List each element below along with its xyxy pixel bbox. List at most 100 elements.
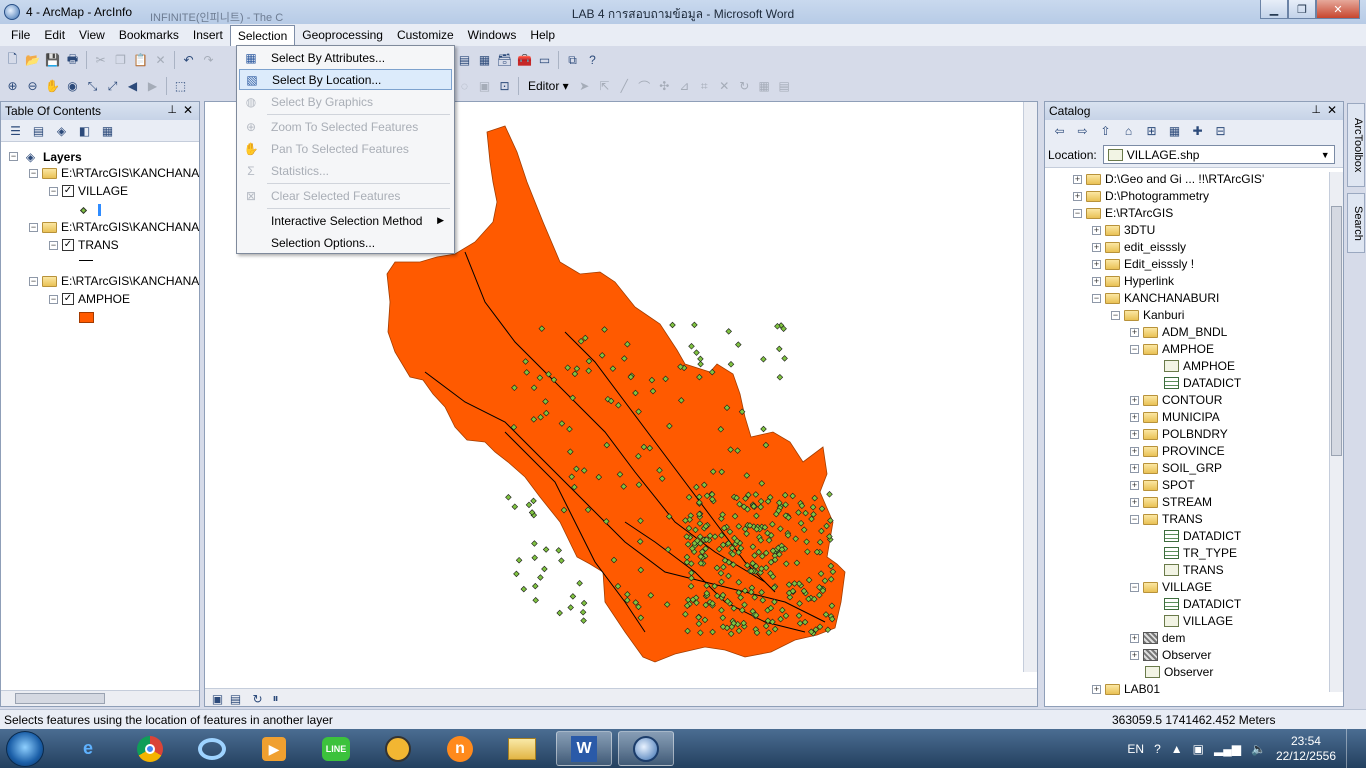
list-by-source-icon[interactable]: ▤ — [30, 122, 47, 139]
expand-icon[interactable]: + — [1130, 633, 1139, 643]
layer-trans[interactable]: − ✓ TRANS — [49, 238, 119, 252]
catalog-node[interactable]: + MUNICIPA — [1130, 410, 1220, 424]
fixed-zoom-out-icon[interactable]: ⤢ — [104, 78, 121, 95]
select-by-location-item[interactable]: ▧ Select By Location... — [239, 69, 452, 90]
straight-segment-icon[interactable]: ╱ — [616, 78, 633, 95]
catalog-node[interactable]: TRANS — [1149, 563, 1224, 577]
undo-icon[interactable]: ↶ — [180, 52, 197, 69]
measure-icon[interactable]: ⊡ — [496, 78, 513, 95]
select-by-graphics-item[interactable]: ◍ Select By Graphics — [239, 91, 452, 112]
catalog-node[interactable]: − TRANS — [1130, 512, 1203, 526]
model-builder-icon[interactable]: ⧉ — [564, 52, 581, 69]
print-icon[interactable]: 🖶 — [64, 52, 81, 69]
visibility-checkbox[interactable]: ✓ — [62, 239, 74, 251]
collapse-icon[interactable]: − — [29, 168, 38, 178]
catalog-node[interactable]: + STREAM — [1130, 495, 1212, 509]
expand-icon[interactable]: + — [1130, 395, 1139, 405]
paste-icon[interactable]: 📋 — [132, 52, 149, 69]
catalog-vertical-scrollbar[interactable] — [1329, 172, 1343, 692]
edit-annotation-icon[interactable]: ⇱ — [596, 78, 613, 95]
clock[interactable]: 23:54 22/12/2556 — [1276, 734, 1336, 764]
expand-icon[interactable]: + — [1092, 225, 1101, 235]
connect-folder-icon[interactable]: ⊞ — [1143, 123, 1160, 140]
delete-icon[interactable]: ✕ — [152, 52, 169, 69]
catalog-icon[interactable]: 🗃 — [496, 52, 513, 69]
expand-icon[interactable]: + — [1092, 259, 1101, 269]
catalog-node[interactable]: + Observer — [1130, 648, 1211, 662]
catalog-node[interactable]: + D:\Photogrammetry — [1073, 189, 1209, 203]
menu-selection[interactable]: Selection — [229, 24, 296, 46]
catalog-node[interactable]: − AMPHOE — [1130, 342, 1214, 356]
collapse-icon[interactable]: − — [49, 294, 58, 304]
browser-app-icon[interactable] — [184, 731, 240, 766]
catalog-node[interactable]: + SPOT — [1130, 478, 1195, 492]
visibility-checkbox[interactable]: ✓ — [62, 185, 74, 197]
catalog-node[interactable]: + Hyperlink — [1092, 274, 1174, 288]
home-icon[interactable]: ⌂ — [1120, 123, 1137, 140]
split-icon[interactable]: ✕ — [716, 78, 733, 95]
layers-root[interactable]: − ◈ Layers — [9, 148, 82, 165]
catalog-node[interactable]: DATADICT — [1149, 376, 1241, 390]
catalog-node[interactable]: TR_TYPE — [1149, 546, 1237, 560]
save-icon[interactable]: 💾 — [44, 52, 61, 69]
arcmap-taskbar-icon[interactable] — [618, 731, 674, 766]
restore-button[interactable]: ❐ — [1288, 0, 1316, 19]
collapse-icon[interactable]: − — [1073, 208, 1082, 218]
chevron-down-icon[interactable]: ▼ — [1321, 150, 1330, 160]
views-icon[interactable]: ▦ — [1166, 123, 1183, 140]
open-icon[interactable]: 📂 — [24, 52, 41, 69]
rotate-icon[interactable]: ↻ — [736, 78, 753, 95]
attributes-icon[interactable]: ▦ — [756, 78, 773, 95]
catalog-node[interactable]: + dem — [1130, 631, 1185, 645]
map-vertical-scrollbar[interactable] — [1023, 102, 1037, 672]
pause-drawing-icon[interactable]: ⏸ — [267, 690, 284, 707]
whats-this-icon[interactable]: ? — [584, 52, 601, 69]
fixed-zoom-in-icon[interactable]: ⤡ — [84, 78, 101, 95]
new-document-icon[interactable]: 🗋 — [4, 52, 21, 69]
redo-icon[interactable]: ↷ — [200, 52, 217, 69]
show-hidden-icons[interactable]: ▲ — [1171, 742, 1183, 756]
select-features-icon[interactable]: ⬚ — [172, 78, 189, 95]
menu-insert[interactable]: Insert — [186, 25, 230, 45]
close-button[interactable]: ✕ — [1316, 0, 1360, 19]
tree-toggle-icon[interactable]: ⊟ — [1212, 123, 1229, 140]
table-window-icon[interactable]: ▦ — [476, 52, 493, 69]
orange-app-icon[interactable]: n — [432, 731, 488, 766]
clear-selected-item[interactable]: ⊠ Clear Selected Features — [239, 185, 452, 206]
catalog-node[interactable]: + POLBNDRY — [1130, 427, 1228, 441]
back-icon[interactable]: ⇦ — [1051, 123, 1068, 140]
word-taskbar-icon[interactable]: W — [556, 731, 612, 766]
new-folder-icon[interactable]: ✚ — [1189, 123, 1206, 140]
file-explorer-icon[interactable] — [494, 731, 550, 766]
menu-edit[interactable]: Edit — [37, 25, 72, 45]
network-signal-icon[interactable]: ▂▄▆ — [1214, 742, 1241, 756]
collapse-icon[interactable]: − — [1130, 344, 1139, 354]
chrome-icon[interactable] — [122, 731, 178, 766]
collapse-icon[interactable]: − — [49, 186, 58, 196]
catalog-node[interactable]: + CONTOUR — [1130, 393, 1222, 407]
catalog-node[interactable]: + Edit_eisssly ! — [1092, 257, 1194, 271]
expand-icon[interactable]: + — [1130, 429, 1139, 439]
back-extent-icon[interactable]: ◀ — [124, 78, 141, 95]
start-button[interactable] — [6, 731, 44, 767]
list-by-visibility-icon[interactable]: ◈ — [53, 122, 70, 139]
cut-icon[interactable]: ✂ — [92, 52, 109, 69]
pin-icon[interactable]: ⊥ — [1311, 103, 1321, 116]
expand-icon[interactable]: + — [1130, 650, 1139, 660]
search-tab[interactable]: Search — [1347, 193, 1365, 253]
collapse-icon[interactable]: − — [29, 276, 38, 286]
catalog-node[interactable]: − Kanburi — [1111, 308, 1184, 322]
expand-icon[interactable]: + — [1073, 174, 1082, 184]
collapse-icon[interactable]: − — [29, 222, 38, 232]
volume-icon[interactable]: 🔈 — [1251, 742, 1266, 756]
expand-icon[interactable]: + — [1130, 412, 1139, 422]
forward-extent-icon[interactable]: ▶ — [144, 78, 161, 95]
copy-icon[interactable]: ❐ — [112, 52, 129, 69]
options-icon[interactable]: ▦ — [99, 122, 116, 139]
line-app-icon[interactable]: LINE — [308, 731, 364, 766]
menu-bookmarks[interactable]: Bookmarks — [112, 25, 186, 45]
list-by-drawing-order-icon[interactable]: ☰ — [7, 122, 24, 139]
layer-amphoe[interactable]: − ✓ AMPHOE — [49, 292, 130, 306]
expand-icon[interactable]: + — [1130, 497, 1139, 507]
vertex-icon[interactable]: ✣ — [656, 78, 673, 95]
